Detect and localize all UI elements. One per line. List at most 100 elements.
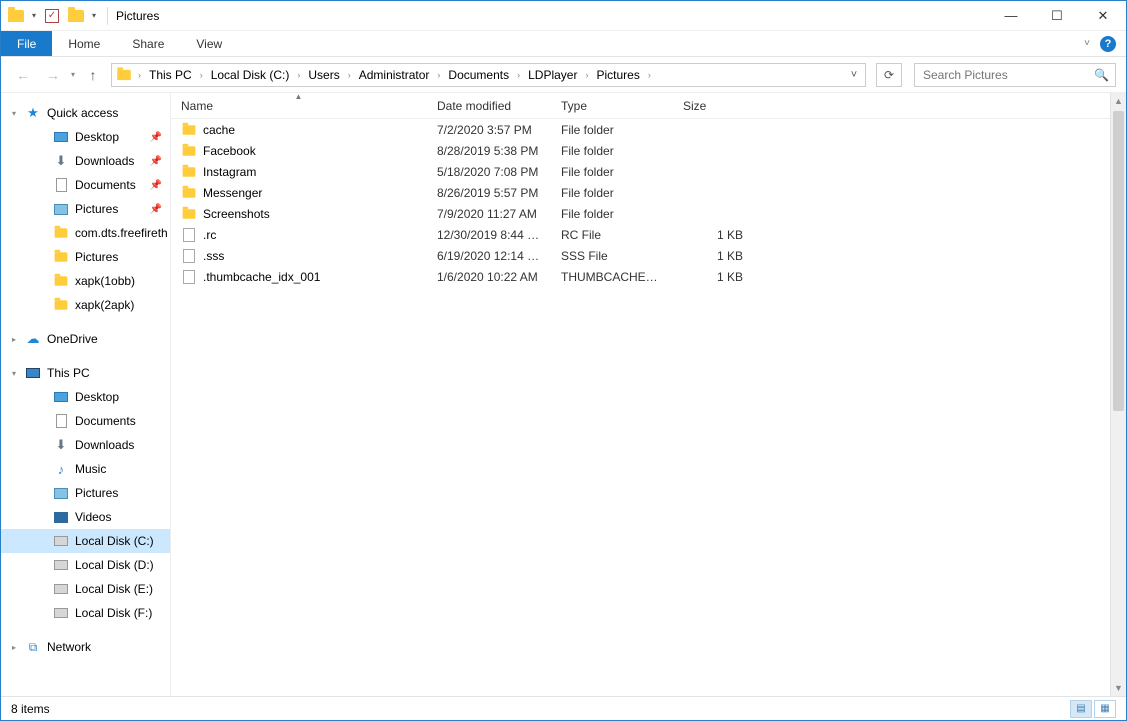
qat-properties-icon[interactable]: ✓ [41,5,63,27]
nav-pc-item[interactable]: ▸Local Disk (C:) [1,529,170,553]
nav-quick-access[interactable]: ▾ ★ Quick access [1,101,170,125]
nav-pc-item[interactable]: ▸Videos [1,505,170,529]
nav-pc-item[interactable]: ▸Documents [1,409,170,433]
col-header-type[interactable]: Type [551,93,673,118]
help-icon[interactable]: ? [1100,36,1116,52]
nav-quick-item[interactable]: ▸⬇Downloads📌 [1,149,170,173]
nav-pc-item[interactable]: ▸Desktop [1,385,170,409]
nav-forward-button[interactable]: → [41,63,65,87]
chevron-right-icon[interactable]: › [435,70,442,80]
nav-item-label: Documents [75,414,136,428]
chevron-right-icon[interactable]: › [515,70,522,80]
nav-this-pc[interactable]: ▾ This PC [1,361,170,385]
file-row[interactable]: cache7/2/2020 3:57 PMFile folder [171,119,1126,140]
address-folder-icon[interactable] [112,69,136,81]
folder-icon [53,273,69,289]
breadcrumb-segment[interactable]: Administrator [353,64,436,86]
qat-customize-dropdown[interactable]: ▾ [89,11,99,20]
tab-home[interactable]: Home [52,31,116,56]
nav-pc-item[interactable]: ▸Local Disk (D:) [1,553,170,577]
nav-quick-item[interactable]: ▸Pictures📌 [1,197,170,221]
file-date: 8/28/2019 5:38 PM [427,144,551,158]
column-headers: Name ▲ Date modified Type Size [171,93,1126,119]
nav-pc-item[interactable]: ▸Local Disk (F:) [1,601,170,625]
close-button[interactable]: ✕ [1080,1,1126,31]
breadcrumb-segment[interactable]: Users [302,64,345,86]
col-label: Type [561,99,587,113]
chevron-right-icon[interactable]: › [646,70,653,80]
disk-icon [53,533,69,549]
file-row[interactable]: Instagram5/18/2020 7:08 PMFile folder [171,161,1126,182]
file-row[interactable]: .rc12/30/2019 8:44 PMRC File1 KB [171,224,1126,245]
col-label: Name [181,99,213,113]
nav-onedrive[interactable]: ▸ ☁ OneDrive [1,327,170,351]
col-header-size[interactable]: Size [673,93,753,118]
file-row[interactable]: Messenger8/26/2019 5:57 PMFile folder [171,182,1126,203]
chevron-right-icon[interactable]: › [136,70,143,80]
refresh-button[interactable]: ⟳ [876,63,902,87]
nav-quick-item[interactable]: ▸com.dts.freefireth [1,221,170,245]
tab-view[interactable]: View [180,31,238,56]
nav-quick-item[interactable]: ▸Pictures [1,245,170,269]
nav-recent-dropdown[interactable]: ▾ [71,70,75,79]
chevron-right-icon[interactable]: › [346,70,353,80]
network-icon: ⧉ [25,639,41,655]
nav-network[interactable]: ▸ ⧉ Network [1,635,170,659]
tab-share[interactable]: Share [116,31,180,56]
file-row[interactable]: .thumbcache_idx_0011/6/2020 10:22 AMTHUM… [171,266,1126,287]
breadcrumb-segment[interactable]: Local Disk (C:) [205,64,296,86]
vertical-scrollbar[interactable]: ▲ ▼ [1110,93,1126,696]
folder-icon [181,143,197,159]
breadcrumb-segment[interactable]: Documents [442,64,515,86]
nav-up-button[interactable]: ↑ [81,63,105,87]
nav-back-button[interactable]: ← [11,63,35,87]
file-rows[interactable]: cache7/2/2020 3:57 PMFile folderFacebook… [171,119,1126,696]
file-name: Screenshots [203,207,270,221]
title-bar: ▾ ✓ ▾ Pictures — ☐ ✕ [1,1,1126,31]
file-row[interactable]: .sss6/19/2020 12:14 PMSSS File1 KB [171,245,1126,266]
scroll-down-button[interactable]: ▼ [1111,680,1126,696]
address-toolbar: ← → ▾ ↑ › This PC›Local Disk (C:)›Users›… [1,57,1126,93]
nav-quick-item[interactable]: ▸Desktop📌 [1,125,170,149]
downloads-icon: ⬇ [53,437,69,453]
tab-file[interactable]: File [1,31,52,56]
chevron-right-icon[interactable]: › [295,70,302,80]
scroll-up-button[interactable]: ▲ [1111,93,1126,109]
folder-icon [181,206,197,222]
address-bar[interactable]: › This PC›Local Disk (C:)›Users›Administ… [111,63,866,87]
nav-item-label: Desktop [75,390,119,404]
ribbon-expand-icon[interactable]: ˅ [1084,38,1090,49]
scroll-thumb[interactable] [1113,111,1124,411]
nav-quick-item[interactable]: ▸xapk(1obb) [1,269,170,293]
nav-quick-item[interactable]: ▸Documents📌 [1,173,170,197]
view-details-button[interactable]: ▤ [1070,700,1092,718]
breadcrumb-segment[interactable]: Pictures [590,64,645,86]
pin-icon: 📌 [150,180,162,191]
search-box[interactable]: 🔍 [914,63,1116,87]
qat-newfolder-icon[interactable] [65,5,87,27]
nav-pc-item[interactable]: ▸♪Music [1,457,170,481]
app-folder-icon[interactable] [5,5,27,27]
nav-pc-item[interactable]: ▸Local Disk (E:) [1,577,170,601]
view-large-icons-button[interactable]: ▦ [1094,700,1116,718]
nav-pc-item[interactable]: ▸⬇Downloads [1,433,170,457]
chevron-right-icon[interactable]: › [583,70,590,80]
nav-quick-item[interactable]: ▸xapk(2apk) [1,293,170,317]
col-header-date[interactable]: Date modified [427,93,551,118]
breadcrumb-segment[interactable]: LDPlayer [522,64,583,86]
documents-icon [53,413,69,429]
navigation-pane[interactable]: ▾ ★ Quick access ▸Desktop📌▸⬇Downloads📌▸D… [1,93,171,696]
search-input[interactable] [921,67,1094,83]
nav-item-label: Desktop [75,130,119,144]
search-icon[interactable]: 🔍 [1094,68,1109,82]
file-row[interactable]: Facebook8/28/2019 5:38 PMFile folder [171,140,1126,161]
breadcrumb-segment[interactable]: This PC [143,64,198,86]
chevron-right-icon[interactable]: › [198,70,205,80]
address-history-dropdown[interactable]: ˅ [843,64,865,86]
nav-pc-item[interactable]: ▸Pictures [1,481,170,505]
col-header-name[interactable]: Name ▲ [171,93,427,118]
file-row[interactable]: Screenshots7/9/2020 11:27 AMFile folder [171,203,1126,224]
maximize-button[interactable]: ☐ [1034,1,1080,31]
minimize-button[interactable]: — [988,1,1034,31]
app-icon-dropdown[interactable]: ▾ [29,11,39,20]
